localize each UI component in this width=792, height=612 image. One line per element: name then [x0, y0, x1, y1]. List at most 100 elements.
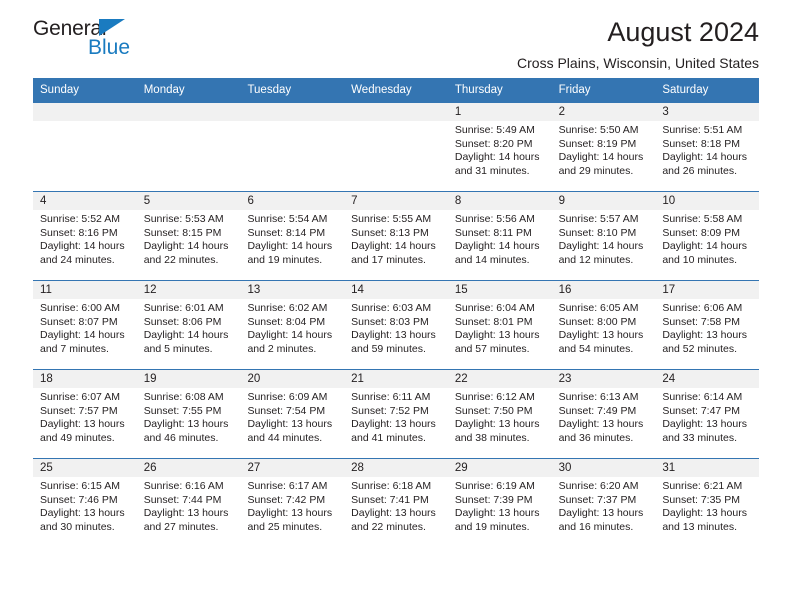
day-cell[interactable]: 5 Sunrise: 5:53 AM Sunset: 8:15 PM Daylight… [136, 192, 241, 280]
logo-text-blue: Blue [88, 36, 131, 59]
day-number: 21 [344, 370, 448, 388]
sunset-text: Sunset: 8:07 PM [40, 315, 118, 328]
weekday-header-saturday: Saturday [662, 84, 709, 96]
sunrise-text: Sunrise: 5:54 AM [247, 213, 328, 225]
day-details: Sunrise: 6:03 AM Sunset: 8:03 PM Daylight:… [344, 299, 448, 356]
sunset-text: Sunset: 7:35 PM [662, 493, 740, 506]
general-blue-logo[interactable]: General Blue [33, 18, 233, 70]
day-details: Sunrise: 6:04 AM Sunset: 8:01 PM Daylight:… [448, 299, 552, 356]
day-number: 15 [447, 281, 552, 299]
day-number: 27 [240, 459, 345, 477]
day-number [33, 103, 137, 121]
day-cell[interactable]: 29 Sunrise: 6:19 AM Sunset: 7:39 PM Dayligh… [447, 459, 552, 547]
day-number: 31 [655, 459, 760, 477]
daylight-text: Daylight: 14 hours and 29 minutes. [558, 151, 644, 177]
sunset-text: Sunset: 7:37 PM [558, 493, 637, 506]
daylight-text: Daylight: 13 hours and 25 minutes. [247, 507, 333, 533]
day-cell[interactable]: 21 Sunrise: 6:11 AM Sunset: 7:52 PM Dayligh… [344, 370, 448, 458]
day-cell-empty [136, 103, 241, 191]
sunrise-text: Sunrise: 5:56 AM [454, 213, 535, 225]
day-details: Sunrise: 6:09 AM Sunset: 7:54 PM Daylight:… [240, 388, 344, 445]
sunrise-text: Sunrise: 5:51 AM [662, 124, 743, 136]
sunrise-text: Sunrise: 6:07 AM [40, 391, 120, 403]
day-number: 25 [33, 459, 137, 477]
day-details: Sunrise: 6:12 AM Sunset: 7:50 PM Daylight:… [448, 388, 552, 445]
day-cell[interactable]: 8 Sunrise: 5:56 AM Sunset: 8:11 PM Daylight… [447, 192, 552, 280]
day-cell[interactable]: 25 Sunrise: 6:15 AM Sunset: 7:46 PM Dayligh… [33, 459, 137, 547]
sunrise-text: Sunrise: 5:55 AM [351, 213, 432, 225]
day-cell[interactable]: 24 Sunrise: 6:14 AM Sunset: 7:47 PM Dayligh… [655, 370, 760, 458]
page-subtitle: Cross Plains, Wisconsin, United States [517, 55, 759, 71]
sunrise-text: Sunrise: 6:04 AM [454, 302, 535, 314]
daylight-text: Daylight: 14 hours and 7 minutes. [40, 329, 125, 355]
day-details: Sunrise: 6:00 AM Sunset: 8:07 PM Daylight:… [33, 299, 137, 356]
daylight-text: Daylight: 13 hours and 46 minutes. [143, 418, 229, 444]
week-row: 18 Sunrise: 6:07 AM Sunset: 7:57 PM Dayligh… [33, 369, 760, 458]
day-details: Sunrise: 5:53 AM Sunset: 8:15 PM Daylight:… [137, 210, 241, 267]
day-details: Sunrise: 5:56 AM Sunset: 8:11 PM Daylight:… [448, 210, 552, 267]
day-number: 7 [344, 192, 448, 210]
day-cell[interactable]: 14 Sunrise: 6:03 AM Sunset: 8:03 PM Dayligh… [344, 281, 448, 369]
day-cell[interactable]: 4 Sunrise: 5:52 AM Sunset: 8:16 PM Daylight… [33, 192, 137, 280]
day-cell[interactable]: 18 Sunrise: 6:07 AM Sunset: 7:57 PM Dayligh… [33, 370, 137, 458]
sunrise-text: Sunrise: 6:09 AM [247, 391, 328, 403]
day-cell[interactable]: 23 Sunrise: 6:13 AM Sunset: 7:49 PM Dayligh… [551, 370, 656, 458]
sunset-text: Sunset: 8:11 PM [454, 226, 532, 239]
daylight-text: Daylight: 14 hours and 17 minutes. [351, 240, 436, 266]
sunset-text: Sunset: 8:19 PM [558, 137, 637, 150]
day-number: 23 [551, 370, 656, 388]
day-number: 12 [136, 281, 241, 299]
daylight-text: Daylight: 13 hours and 13 minutes. [662, 507, 747, 533]
sunrise-text: Sunrise: 6:16 AM [143, 480, 224, 492]
calendar-grid: Sunday Monday Tuesday Wednesday Thursday… [33, 78, 760, 547]
day-number: 6 [240, 192, 345, 210]
day-number: 29 [447, 459, 552, 477]
page-header: General Blue August 2024 Cross Plains, W… [33, 0, 759, 78]
day-cell[interactable]: 31 Sunrise: 6:21 AM Sunset: 7:35 PM Dayligh… [655, 459, 760, 547]
day-cell[interactable]: 12 Sunrise: 6:01 AM Sunset: 8:06 PM Dayligh… [136, 281, 241, 369]
week-row: 25 Sunrise: 6:15 AM Sunset: 7:46 PM Dayligh… [33, 458, 760, 547]
day-number: 28 [344, 459, 448, 477]
day-cell[interactable]: 15 Sunrise: 6:04 AM Sunset: 8:01 PM Dayligh… [447, 281, 552, 369]
day-cell[interactable]: 6 Sunrise: 5:54 AM Sunset: 8:14 PM Daylight… [240, 192, 345, 280]
day-number: 14 [344, 281, 448, 299]
week-row: 1 Sunrise: 5:49 AM Sunset: 8:20 PM Daylight… [33, 103, 760, 191]
sunset-text: Sunset: 7:55 PM [143, 404, 222, 417]
day-number: 11 [33, 281, 137, 299]
day-cell[interactable]: 3 Sunrise: 5:51 AM Sunset: 8:18 PM Daylight… [655, 103, 760, 191]
day-number: 10 [655, 192, 760, 210]
day-cell[interactable]: 19 Sunrise: 6:08 AM Sunset: 7:55 PM Dayligh… [136, 370, 241, 458]
day-cell[interactable]: 22 Sunrise: 6:12 AM Sunset: 7:50 PM Dayligh… [447, 370, 552, 458]
day-details: Sunrise: 6:13 AM Sunset: 7:49 PM Daylight:… [552, 388, 656, 445]
sunrise-text: Sunrise: 6:00 AM [40, 302, 120, 314]
sunset-text: Sunset: 8:20 PM [454, 137, 533, 150]
day-cell[interactable]: 30 Sunrise: 6:20 AM Sunset: 7:37 PM Dayligh… [551, 459, 656, 547]
day-cell[interactable]: 17 Sunrise: 6:06 AM Sunset: 7:58 PM Dayligh… [655, 281, 760, 369]
day-cell[interactable]: 10 Sunrise: 5:58 AM Sunset: 8:09 PM Dayligh… [655, 192, 760, 280]
day-cell[interactable]: 28 Sunrise: 6:18 AM Sunset: 7:41 PM Dayligh… [344, 459, 448, 547]
day-cell[interactable]: 13 Sunrise: 6:02 AM Sunset: 8:04 PM Dayligh… [240, 281, 345, 369]
sunset-text: Sunset: 7:39 PM [454, 493, 533, 506]
day-cell[interactable]: 11 Sunrise: 6:00 AM Sunset: 8:07 PM Dayligh… [33, 281, 137, 369]
daylight-text: Daylight: 13 hours and 38 minutes. [454, 418, 540, 444]
day-cell[interactable]: 2 Sunrise: 5:50 AM Sunset: 8:19 PM Daylight… [551, 103, 656, 191]
day-cell[interactable]: 1 Sunrise: 5:49 AM Sunset: 8:20 PM Daylight… [447, 103, 552, 191]
daylight-text: Daylight: 14 hours and 14 minutes. [454, 240, 540, 266]
daylight-text: Daylight: 13 hours and 30 minutes. [40, 507, 125, 533]
day-details: Sunrise: 6:19 AM Sunset: 7:39 PM Daylight:… [448, 477, 552, 534]
day-cell[interactable]: 20 Sunrise: 6:09 AM Sunset: 7:54 PM Dayligh… [240, 370, 345, 458]
day-number: 9 [551, 192, 656, 210]
day-details: Sunrise: 6:02 AM Sunset: 8:04 PM Daylight:… [240, 299, 344, 356]
sunset-text: Sunset: 8:14 PM [247, 226, 326, 239]
day-number: 24 [655, 370, 760, 388]
daylight-text: Daylight: 13 hours and 52 minutes. [662, 329, 747, 355]
sunrise-text: Sunrise: 6:08 AM [143, 391, 224, 403]
day-cell[interactable]: 16 Sunrise: 6:05 AM Sunset: 8:00 PM Dayligh… [551, 281, 656, 369]
day-cell[interactable]: 26 Sunrise: 6:16 AM Sunset: 7:44 PM Dayligh… [136, 459, 241, 547]
weekday-header-tuesday: Tuesday [247, 84, 292, 96]
day-cell[interactable]: 9 Sunrise: 5:57 AM Sunset: 8:10 PM Daylight… [551, 192, 656, 280]
sunrise-text: Sunrise: 6:13 AM [558, 391, 639, 403]
day-cell[interactable]: 7 Sunrise: 5:55 AM Sunset: 8:13 PM Daylight… [344, 192, 448, 280]
day-details: Sunrise: 5:49 AM Sunset: 8:20 PM Daylight:… [448, 121, 552, 178]
day-cell[interactable]: 27 Sunrise: 6:17 AM Sunset: 7:42 PM Dayligh… [240, 459, 345, 547]
